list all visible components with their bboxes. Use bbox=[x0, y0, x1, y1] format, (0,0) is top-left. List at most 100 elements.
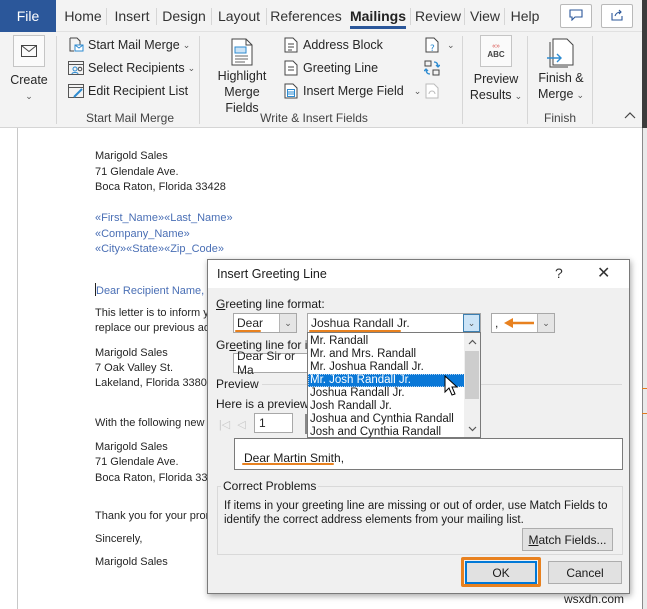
chevron-down-icon[interactable]: ⌄ bbox=[537, 314, 554, 332]
invalid-greeting-combo[interactable]: Dear Sir or Ma bbox=[233, 349, 313, 377]
cancel-button[interactable]: Cancel bbox=[548, 561, 622, 584]
match-fields-button[interactable]: Match Fields... bbox=[522, 528, 613, 551]
preview-results-button[interactable]: «» ABC Preview Results ⌄ bbox=[468, 35, 524, 104]
sender-line: Marigold Sales bbox=[95, 150, 168, 162]
greeting-line-icon bbox=[283, 60, 299, 76]
dropdown-option[interactable]: Mr. and Mrs. Randall bbox=[308, 348, 465, 361]
dropdown-option[interactable]: Josh and Cynthia Randall bbox=[308, 426, 465, 439]
tab-separator bbox=[464, 8, 465, 25]
svg-text:?: ? bbox=[430, 44, 435, 53]
address-block-icon bbox=[283, 37, 299, 53]
first-record-button[interactable]: |◁ bbox=[216, 414, 233, 434]
tab-help[interactable]: Help bbox=[507, 0, 543, 32]
help-button[interactable]: ? bbox=[555, 265, 563, 281]
annotation-underline bbox=[242, 463, 334, 465]
tab-separator bbox=[266, 8, 267, 25]
annotation-mark bbox=[642, 388, 647, 389]
finish-merge-icon bbox=[547, 38, 575, 68]
vertical-scrollbar[interactable] bbox=[642, 128, 647, 609]
group-label-finish: Finish bbox=[543, 111, 576, 125]
greeting-preview-box: Dear Martin Smith, bbox=[234, 438, 623, 470]
tab-view[interactable]: View bbox=[467, 0, 503, 32]
ok-button[interactable]: OK bbox=[465, 561, 537, 584]
create-label: Create bbox=[10, 73, 48, 87]
tab-design[interactable]: Design bbox=[159, 0, 209, 32]
address-block-button[interactable]: Address Block bbox=[283, 37, 383, 53]
annotation-mark bbox=[642, 413, 647, 414]
merge-field-line[interactable]: «First_Name»«Last_Name» bbox=[95, 212, 233, 224]
tab-references[interactable]: References bbox=[269, 0, 343, 32]
preview-label: Preview bbox=[216, 377, 259, 391]
share-button[interactable] bbox=[601, 4, 633, 28]
invalid-greeting-value: Dear Sir or Ma bbox=[237, 349, 296, 377]
tab-review[interactable]: Review bbox=[413, 0, 463, 32]
record-number-input[interactable]: 1 bbox=[254, 413, 293, 433]
greeting-placeholder[interactable]: Dear Recipient Name, bbox=[95, 283, 204, 297]
finish-merge-button[interactable]: Finish & Merge ⌄ bbox=[533, 38, 589, 103]
select-recipients-button[interactable]: Select Recipients ⌄ bbox=[68, 60, 195, 76]
dropdown-option[interactable]: Mr. Joshua Randall Jr. bbox=[308, 361, 465, 374]
dialog-title: Insert Greeting Line bbox=[217, 267, 327, 281]
tab-separator bbox=[106, 8, 107, 25]
insert-merge-field-button[interactable]: Insert Merge Field ⌄ bbox=[283, 83, 421, 99]
rules-button[interactable]: ? ⌄ bbox=[424, 37, 455, 53]
create-button[interactable]: Create ⌄ bbox=[8, 35, 50, 104]
sender-line: Boca Raton, Florida 33428 bbox=[95, 181, 226, 193]
first-record-icon: |◁ bbox=[218, 418, 231, 431]
group-separator bbox=[592, 36, 593, 124]
update-labels-icon bbox=[424, 83, 440, 99]
dropdown-option[interactable]: Joshua Randall Jr. bbox=[308, 387, 465, 400]
group-label-write-insert: Write & Insert Fields bbox=[260, 111, 368, 125]
tab-home[interactable]: Home bbox=[60, 0, 106, 32]
merge-field-line[interactable]: «Company_Name» bbox=[95, 228, 190, 240]
group-label-start-mail-merge: Start Mail Merge bbox=[85, 111, 175, 125]
match-fields-ribbon-button[interactable] bbox=[424, 60, 444, 76]
start-mail-merge-button[interactable]: Start Mail Merge ⌄ bbox=[68, 37, 190, 53]
left-margin bbox=[0, 128, 18, 609]
tab-layout[interactable]: Layout bbox=[214, 0, 264, 32]
close-icon: ✕ bbox=[597, 265, 611, 282]
dropdown-option-highlighted[interactable]: Mr. Josh Randall Jr. bbox=[308, 374, 465, 387]
chevron-down-icon: ⌄ bbox=[576, 90, 584, 100]
dialog-title-bar[interactable]: Insert Greeting Line ? ✕ bbox=[208, 260, 629, 288]
chevron-down-icon: ⌄ bbox=[182, 39, 191, 50]
new-address-line: Boca Raton, Florida 334 bbox=[95, 472, 214, 484]
ribbon: Create ⌄ Start Mail Merge ⌄ Select Recipi… bbox=[0, 32, 642, 128]
group-separator bbox=[56, 36, 57, 124]
tab-separator bbox=[504, 8, 505, 25]
comment-icon bbox=[569, 8, 583, 24]
start-mail-merge-icon bbox=[68, 37, 84, 53]
chevron-down-icon[interactable]: ⌄ bbox=[279, 314, 296, 332]
update-labels-button[interactable] bbox=[424, 83, 444, 99]
tab-mailings[interactable]: Mailings bbox=[348, 0, 408, 32]
dropdown-option[interactable]: Joshua and Cynthia Randall bbox=[308, 413, 465, 426]
mouse-pointer-icon bbox=[444, 375, 458, 396]
old-address-line: 7 Oak Valley St. bbox=[95, 362, 174, 374]
tab-file[interactable]: File bbox=[0, 0, 56, 32]
body-line: Thank you for your pror bbox=[95, 510, 210, 522]
chevron-down-icon: ⌄ bbox=[514, 91, 523, 101]
dropdown-option[interactable]: Josh Randall Jr. bbox=[308, 400, 465, 413]
rules-icon: ? bbox=[424, 37, 440, 53]
scroll-down-icon[interactable] bbox=[464, 421, 480, 437]
group-separator bbox=[462, 36, 463, 124]
edit-recipient-list-button[interactable]: Edit Recipient List bbox=[68, 83, 188, 99]
highlight-merge-fields-button[interactable]: Highlight Merge Fields bbox=[206, 38, 278, 116]
name-format-value: Joshua Randall Jr. bbox=[311, 316, 410, 330]
previous-record-button[interactable]: ◁ bbox=[233, 414, 250, 434]
chevron-up-icon[interactable] bbox=[624, 110, 636, 122]
tab-insert[interactable]: Insert bbox=[109, 0, 155, 32]
dropdown-option[interactable]: Mr. Randall bbox=[308, 335, 465, 348]
new-address-line: 71 Glendale Ave. bbox=[95, 456, 179, 468]
dropdown-scrollbar[interactable] bbox=[464, 333, 480, 437]
merge-field-line[interactable]: «City»«State»«Zip_Code» bbox=[95, 243, 224, 255]
scrollbar-thumb[interactable] bbox=[465, 351, 479, 399]
old-address-line: Marigold Sales bbox=[95, 347, 168, 359]
scroll-up-icon[interactable] bbox=[464, 334, 480, 350]
share-icon bbox=[610, 8, 624, 24]
close-button[interactable]: ✕ bbox=[597, 263, 610, 283]
chevron-down-icon[interactable]: ⌄ bbox=[463, 314, 480, 332]
greeting-line-button[interactable]: Greeting Line bbox=[283, 60, 378, 76]
select-recipients-icon bbox=[68, 60, 84, 76]
comments-button[interactable] bbox=[560, 4, 592, 28]
